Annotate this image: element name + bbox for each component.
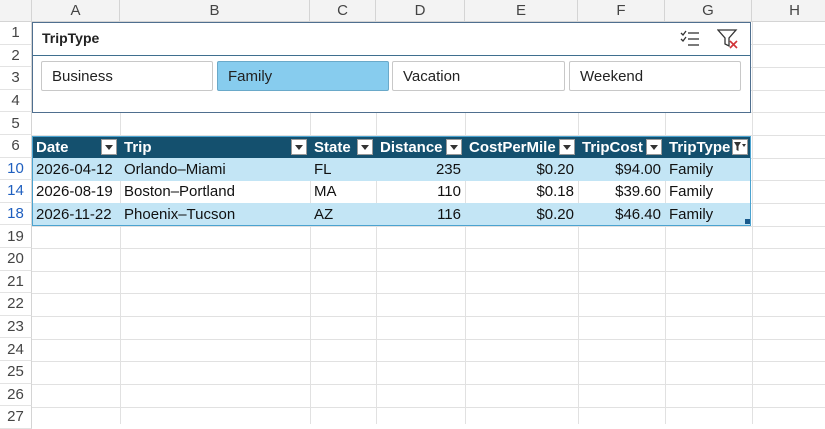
cell-state[interactable]: MA [310,181,376,204]
cell-costpermile[interactable]: $0.20 [465,203,578,226]
column-header-b[interactable]: B [120,0,310,22]
row-header-filtered[interactable]: 14 [0,180,32,203]
column-header-f[interactable]: F [578,0,665,22]
cell-triptype[interactable]: Family [665,203,751,226]
slicer-button-vacation[interactable]: Vacation [392,61,565,91]
cell-trip[interactable]: Phoenix–Tucson [120,203,310,226]
table-row: 2026-04-12 Orlando–Miami FL 235 $0.20 $9… [32,158,751,181]
row-header[interactable]: 26 [0,383,32,407]
cell-date[interactable]: 2026-04-12 [32,158,120,181]
cell-tripcost[interactable]: $46.40 [578,203,665,226]
cell-costpermile[interactable]: $0.20 [465,158,578,181]
cell-distance[interactable]: 116 [376,203,465,226]
cell-state[interactable]: AZ [310,203,376,226]
row-header[interactable]: 1 [0,22,32,45]
multi-select-icon[interactable] [678,27,702,51]
cell-trip[interactable]: Boston–Portland [120,181,310,204]
cell-state[interactable]: FL [310,158,376,181]
row-header[interactable]: 21 [0,270,32,294]
cell-costpermile[interactable]: $0.18 [465,181,578,204]
slicer-button-family[interactable]: Family [217,61,389,91]
cell-date[interactable]: 2026-08-19 [32,181,120,204]
filter-dropdown-icon[interactable] [446,139,462,155]
table-header-row: Date Trip State Distance CostPerMile Tri… [32,136,751,158]
row-header[interactable]: 5 [0,112,32,135]
cell-distance[interactable]: 235 [376,158,465,181]
filter-dropdown-icon[interactable] [101,139,117,155]
column-header-d[interactable]: D [376,0,465,22]
slicer-button-business[interactable]: Business [41,61,213,91]
filter-dropdown-icon[interactable] [559,139,575,155]
cell-tripcost[interactable]: $94.00 [578,158,665,181]
select-all-corner[interactable] [0,0,32,22]
row-header[interactable]: 20 [0,248,32,271]
cell-trip[interactable]: Orlando–Miami [120,158,310,181]
row-header[interactable]: 3 [0,67,32,90]
column-header-e[interactable]: E [465,0,578,22]
cell-tripcost[interactable]: $39.60 [578,181,665,204]
row-header[interactable]: 4 [0,89,32,113]
row-header[interactable]: 23 [0,315,32,339]
header-cell-trip[interactable]: Trip [120,136,310,158]
row-header[interactable]: 2 [0,44,32,68]
row-header[interactable]: 27 [0,406,32,429]
filter-applied-icon[interactable] [732,139,748,155]
table-row: 2026-11-22 Phoenix–Tucson AZ 116 $0.20 $… [32,203,751,226]
filter-dropdown-icon[interactable] [291,139,307,155]
slicer-button-weekend[interactable]: Weekend [569,61,741,91]
filter-dropdown-icon[interactable] [357,139,373,155]
table-resize-handle[interactable] [745,219,750,224]
row-header-filtered[interactable]: 10 [0,157,32,181]
column-header-c[interactable]: C [310,0,376,22]
column-header-h[interactable]: H [752,0,825,22]
row-header[interactable]: 6 [0,135,32,158]
slicer-title: TripType [42,30,100,46]
column-header-a[interactable]: A [32,0,120,22]
filter-dropdown-icon[interactable] [646,139,662,155]
column-header-g[interactable]: G [665,0,752,22]
clear-filter-icon[interactable] [716,27,740,51]
cell-triptype[interactable]: Family [665,181,751,204]
row-header[interactable]: 19 [0,225,32,248]
table-row: 2026-08-19 Boston–Portland MA 110 $0.18 … [32,181,751,204]
cell-date[interactable]: 2026-11-22 [32,203,120,226]
triptype-slicer[interactable]: TripType Business Family Vacation Weeken… [32,22,751,113]
row-header[interactable]: 24 [0,338,32,361]
row-header-filtered[interactable]: 18 [0,202,32,226]
cell-distance[interactable]: 110 [376,181,465,204]
row-header[interactable]: 22 [0,293,32,316]
cell-triptype[interactable]: Family [665,158,751,181]
row-header[interactable]: 25 [0,361,32,384]
